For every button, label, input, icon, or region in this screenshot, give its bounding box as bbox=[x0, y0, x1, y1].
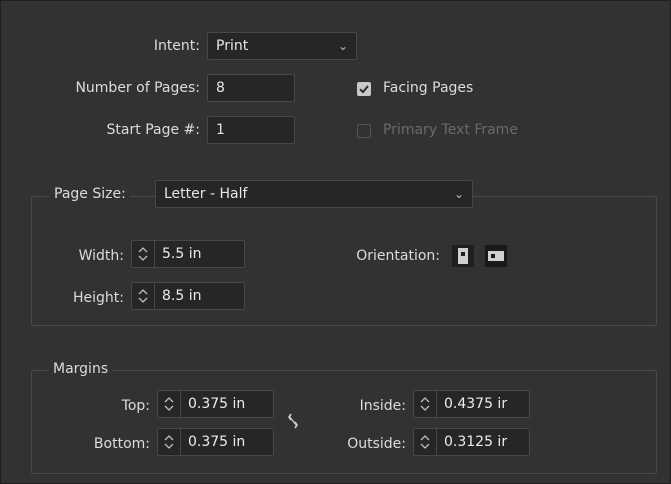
portrait-orientation-button[interactable] bbox=[452, 245, 474, 267]
page-size-select[interactable]: Letter - Half ⌄ bbox=[155, 180, 473, 208]
intent-value: Print bbox=[216, 38, 249, 54]
pages-label: Number of Pages: bbox=[75, 80, 200, 96]
stepper-arrows-icon[interactable] bbox=[414, 429, 437, 455]
link-margins-button[interactable] bbox=[284, 411, 304, 431]
margin-inside-stepper[interactable]: 0.4375 ir bbox=[413, 390, 530, 418]
start-page-input[interactable]: 1 bbox=[207, 116, 295, 144]
margin-outside-value: 0.3125 ir bbox=[444, 434, 508, 450]
margin-outside-label: Outside: bbox=[347, 436, 406, 452]
broken-chain-link-icon bbox=[288, 413, 298, 429]
facing-pages-label: Facing Pages bbox=[383, 80, 474, 96]
height-stepper[interactable]: 8.5 in bbox=[131, 282, 245, 310]
margin-top-value: 0.375 in bbox=[188, 396, 246, 412]
width-label: Width: bbox=[78, 248, 124, 264]
margin-outside-stepper[interactable]: 0.3125 ir bbox=[413, 428, 530, 456]
portrait-icon bbox=[458, 248, 468, 264]
stepper-arrows-icon[interactable] bbox=[132, 241, 155, 267]
margins-group bbox=[31, 370, 657, 474]
primary-text-frame-label: Primary Text Frame bbox=[383, 122, 518, 138]
margin-bottom-value: 0.375 in bbox=[188, 434, 246, 450]
stepper-arrows-icon[interactable] bbox=[132, 283, 155, 309]
width-value: 5.5 in bbox=[162, 246, 202, 262]
margins-title: Margins bbox=[49, 361, 113, 377]
width-stepper[interactable]: 5.5 in bbox=[131, 240, 245, 268]
checkmark-icon bbox=[359, 85, 369, 94]
margin-top-label: Top: bbox=[121, 398, 150, 414]
landscape-orientation-button[interactable] bbox=[485, 245, 507, 267]
stepper-arrows-icon[interactable] bbox=[414, 391, 437, 417]
page-size-label: Page Size: bbox=[50, 186, 130, 202]
intent-select[interactable]: Print ⌄ bbox=[207, 32, 357, 60]
height-label: Height: bbox=[73, 290, 124, 306]
start-page-label: Start Page #: bbox=[106, 122, 200, 138]
margin-top-stepper[interactable]: 0.375 in bbox=[157, 390, 274, 418]
margin-bottom-label: Bottom: bbox=[93, 436, 150, 452]
intent-label: Intent: bbox=[153, 38, 200, 54]
orientation-label: Orientation: bbox=[356, 248, 440, 264]
landscape-icon bbox=[488, 251, 504, 261]
height-value: 8.5 in bbox=[162, 288, 202, 304]
stepper-arrows-icon[interactable] bbox=[158, 429, 181, 455]
pages-input[interactable]: 8 bbox=[207, 74, 295, 102]
page-size-value: Letter - Half bbox=[164, 186, 248, 202]
chevron-down-icon: ⌄ bbox=[453, 187, 464, 201]
primary-text-frame-checkbox[interactable] bbox=[357, 124, 371, 138]
margin-bottom-stepper[interactable]: 0.375 in bbox=[157, 428, 274, 456]
chevron-down-icon: ⌄ bbox=[337, 39, 348, 53]
facing-pages-checkbox[interactable] bbox=[357, 82, 371, 96]
margin-inside-value: 0.4375 ir bbox=[444, 396, 508, 412]
stepper-arrows-icon[interactable] bbox=[158, 391, 181, 417]
margin-inside-label: Inside: bbox=[359, 398, 406, 414]
